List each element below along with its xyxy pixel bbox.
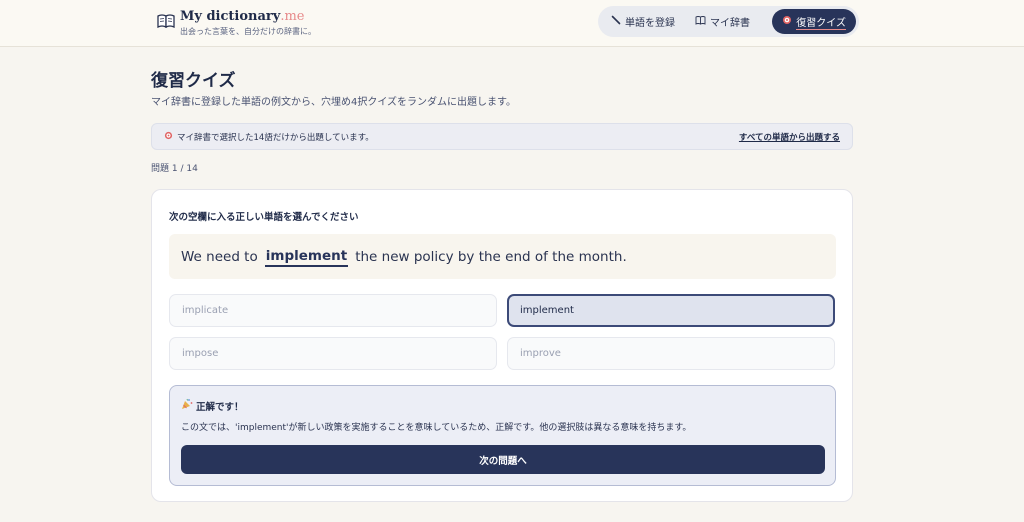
selection-notice: マイ辞書で選択した14語だけから出題しています。 すべての単語から出題する xyxy=(151,123,853,150)
sentence-before: We need to xyxy=(181,248,258,265)
brand-title: My dictionary.me xyxy=(180,9,305,24)
question-counter: 問題 1 / 14 xyxy=(151,164,198,174)
nav-my-dictionary[interactable]: マイ辞書 xyxy=(685,9,760,34)
nav-review-quiz[interactable]: 復習クイズ xyxy=(772,9,856,34)
brand-logo[interactable]: My dictionary.me 出会った言葉を、自分だけの辞書に。 xyxy=(156,9,316,37)
option-impose[interactable]: impose xyxy=(169,337,497,370)
quiz-card: 次の空欄に入る正しい単語を選んでください We need to implemen… xyxy=(151,189,853,502)
option-implicate[interactable]: implicate xyxy=(169,294,497,327)
open-book-icon xyxy=(157,14,175,29)
target-icon xyxy=(164,131,173,143)
nav-register-word-label: 単語を登録 xyxy=(625,18,675,29)
party-popper-icon xyxy=(181,398,193,413)
nav-register-word[interactable]: 単語を登録 xyxy=(601,9,685,34)
app-header: My dictionary.me 出会った言葉を、自分だけの辞書に。 単語を登録… xyxy=(0,0,1024,47)
feedback-title: 正解です！ xyxy=(196,401,244,413)
pen-icon xyxy=(611,15,621,28)
all-words-link[interactable]: すべての単語から出題する xyxy=(739,131,840,143)
sentence-after: the new policy by the end of the month. xyxy=(355,248,627,265)
notice-text-wrap: マイ辞書で選択した14語だけから出題しています。 xyxy=(164,131,374,143)
option-implement[interactable]: implement xyxy=(507,294,835,327)
quiz-sentence: We need to implement the new policy by t… xyxy=(169,234,836,279)
option-improve[interactable]: improve xyxy=(507,337,835,370)
nav-review-quiz-label: 復習クイズ xyxy=(796,14,846,30)
brand-subtitle: 出会った言葉を、自分だけの辞書に。 xyxy=(180,27,316,36)
feedback-title-wrap: 正解です！ xyxy=(181,398,244,413)
brand-suffix: .me xyxy=(280,9,305,24)
sentence-blank-answer: implement xyxy=(264,247,349,267)
answer-feedback: 正解です！ この文では、'implement'が新しい政策を実施することを意味し… xyxy=(169,385,836,486)
nav-my-dictionary-label: マイ辞書 xyxy=(710,18,750,29)
main-nav: 単語を登録 マイ辞書 復習クイズ xyxy=(598,6,859,37)
feedback-text: この文では、'implement'が新しい政策を実施することを意味しているため、… xyxy=(181,423,692,433)
next-question-button[interactable]: 次の問題へ xyxy=(181,445,825,474)
page-title: 復習クイズ xyxy=(151,71,236,91)
page-description: マイ辞書に登録した単語の例文から、穴埋め4択クイズをランダムに出題します。 xyxy=(151,97,517,108)
target-icon xyxy=(782,15,792,28)
quiz-instruction: 次の空欄に入る正しい単語を選んでください xyxy=(169,212,359,223)
notice-text: マイ辞書で選択した14語だけから出題しています。 xyxy=(177,132,374,143)
book-icon xyxy=(695,15,706,28)
